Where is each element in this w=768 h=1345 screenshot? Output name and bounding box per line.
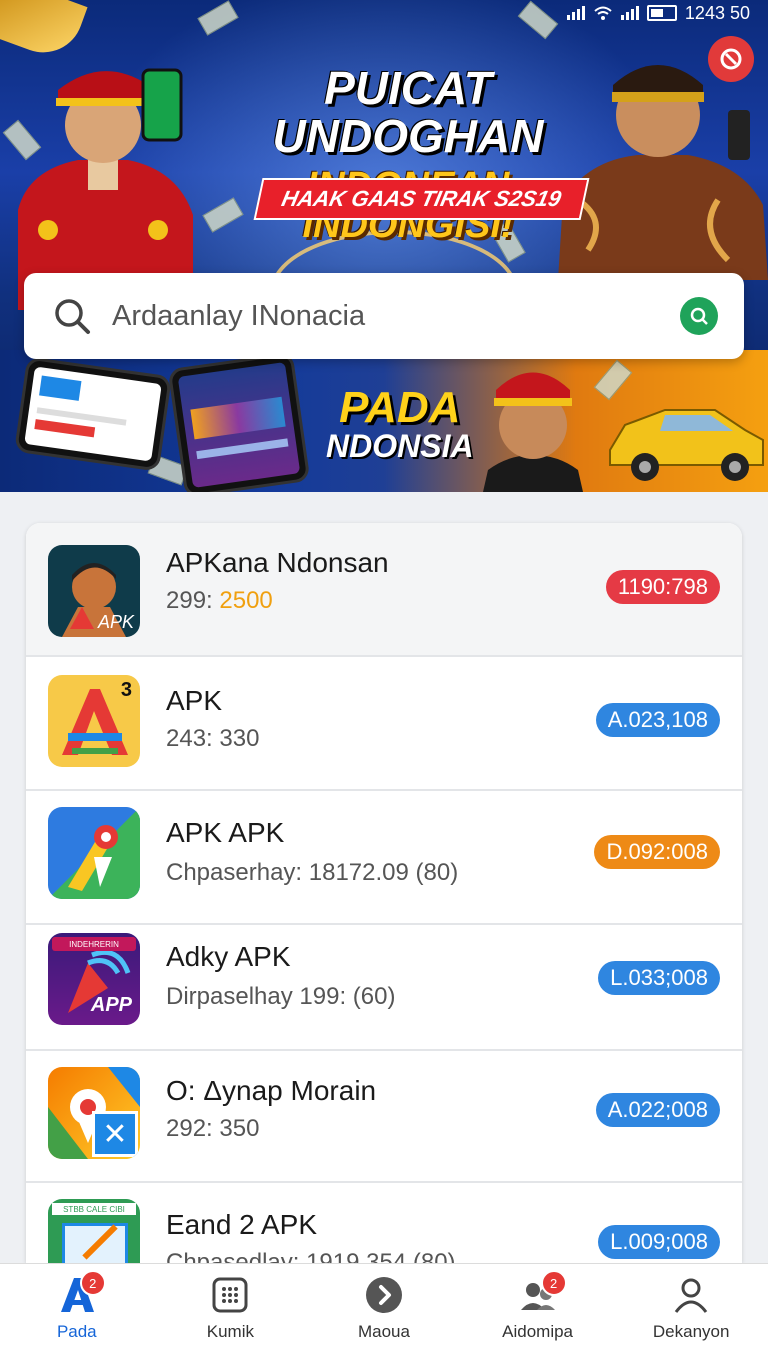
- notification-badge: 2: [540, 1270, 567, 1296]
- app-icon-header: INDEHRERIN: [52, 937, 136, 951]
- app-subtitle: 243: 330: [166, 725, 260, 752]
- app-icon-eand: STBB CALE CIBI: [48, 1199, 140, 1263]
- app-subtitle: 292: 350: [166, 1115, 260, 1142]
- voice-search-icon[interactable]: [680, 297, 718, 335]
- chevron-circle-icon: [365, 1276, 403, 1314]
- battery-icon: [646, 5, 677, 21]
- app-badge[interactable]: L.033;008: [598, 961, 720, 995]
- promo-banner[interactable]: 1243 50 PUICAT UNDOGHAN INDONEAN INDONGI…: [0, 0, 768, 492]
- app-title: APK: [166, 685, 223, 716]
- app-icon-text: 3: [120, 679, 132, 701]
- app-icon-apkana: APK: [48, 545, 140, 637]
- app-title: O: Δynap Morain: [166, 1075, 377, 1106]
- app-icon-maps: [48, 807, 140, 899]
- person-illustration: [483, 372, 583, 492]
- app-subtitle: Chpasedlay: 1919.354 (80): [166, 1249, 456, 1263]
- app-icon-map-pin: ✕: [48, 1067, 140, 1159]
- app-title: APK APK: [166, 817, 285, 848]
- banner-subheadline: PADA NDONSIA: [326, 383, 474, 464]
- nav-item-kumik[interactable]: Kumik: [154, 1264, 308, 1345]
- bottom-navigation: 2 Pada Kumik Maoua 2 Aidomipa Dekanyon: [0, 1263, 768, 1345]
- nav-label: Maoua: [357, 1322, 410, 1341]
- apps-a-icon: 2: [58, 1270, 106, 1314]
- status-time: 1243 50: [684, 2, 750, 23]
- app-subtitle: Dirpaselhay 199: (60): [166, 983, 396, 1010]
- app-icon-header: STBB CALE CIBI: [52, 1203, 136, 1215]
- phone-illustration: [167, 351, 311, 492]
- app-title: Eand 2 APK: [166, 1209, 318, 1240]
- brand-badge-icon[interactable]: [708, 36, 754, 82]
- users-icon: 2: [519, 1270, 567, 1314]
- close-x-icon: ✕: [92, 1111, 138, 1157]
- list-item[interactable]: INDEHRERIN APP Adky APK Dirpaselhay 199:…: [26, 917, 742, 1051]
- list-item[interactable]: STBB CALE CIBI Eand 2 APK Chpasedlay: 19…: [26, 1183, 742, 1263]
- list-item[interactable]: APK APK Chpaserhay: 18172.09 (80) D.092:…: [26, 791, 742, 925]
- app-subtitle: Chpaserhay: 18172.09 (80): [166, 859, 459, 886]
- app-subtitle-text: 299:: [166, 587, 220, 614]
- app-icon-a3: 3: [48, 675, 140, 767]
- nav-label: Kumik: [206, 1322, 254, 1341]
- app-badge[interactable]: A.022;008: [595, 1093, 720, 1127]
- taxi-car-illustration: [609, 409, 764, 481]
- headline-line1: PUICAT UNDOGHAN: [272, 62, 544, 163]
- nav-item-maoua[interactable]: Maoua: [307, 1264, 461, 1345]
- nav-label: Aidomipa: [502, 1322, 574, 1341]
- app-icon-adky: INDEHRERIN APP: [48, 933, 140, 1025]
- app-badge[interactable]: D.092:008: [594, 835, 720, 869]
- signal-icon: [566, 6, 585, 20]
- profile-icon: [672, 1276, 710, 1314]
- notification-badge: 2: [79, 1270, 106, 1296]
- money-bill-decoration: [197, 0, 239, 36]
- subheadline-line2: NDONSIA: [326, 428, 474, 464]
- app-subtitle: 299: 2500: [166, 587, 273, 615]
- list-item[interactable]: APK APKana Ndonsan 299: 2500 1190:798: [26, 523, 742, 657]
- app-icon-text: APK: [97, 612, 134, 632]
- promo-tag: HAAK GAAS TIRAK S2S19: [253, 178, 590, 220]
- search-bar[interactable]: Ardaanlay INonacia: [24, 273, 744, 359]
- app-badge[interactable]: 1190:798: [605, 570, 720, 604]
- app-subtitle-highlight: 2500: [219, 587, 273, 614]
- wifi-icon: [594, 6, 612, 20]
- list-item[interactable]: 3 APK 243: 330 A.023,108: [26, 657, 742, 791]
- signal-icon: [620, 6, 639, 20]
- app-badge[interactable]: A.023,108: [595, 703, 720, 737]
- nav-label: Pada: [56, 1322, 97, 1341]
- person-red-uniform-illustration: [18, 68, 193, 310]
- search-input[interactable]: Ardaanlay INonacia: [112, 300, 680, 333]
- status-bar: 1243 50: [490, 0, 768, 26]
- app-icon-text: APP: [90, 994, 132, 1016]
- search-icon: [55, 299, 90, 334]
- nav-item-pada[interactable]: 2 Pada: [0, 1264, 154, 1345]
- subheadline-line1: PADA: [339, 383, 461, 432]
- grid-icon: [211, 1276, 249, 1314]
- app-title: Adky APK: [166, 941, 291, 972]
- app-title: APKana Ndonsan: [166, 547, 389, 578]
- list-item[interactable]: ✕ O: Δynap Morain 292: 350 A.022;008: [26, 1049, 742, 1183]
- nav-item-aidomipa[interactable]: 2 Aidomipa: [461, 1264, 615, 1345]
- app-list: APK APKana Ndonsan 299: 2500 1190:798 3 …: [26, 523, 742, 1263]
- nav-label: Dekanyon: [652, 1322, 730, 1341]
- app-badge[interactable]: L.009;008: [598, 1225, 720, 1259]
- nav-item-dekanyon[interactable]: Dekanyon: [614, 1264, 768, 1345]
- phone-illustration: [14, 356, 172, 472]
